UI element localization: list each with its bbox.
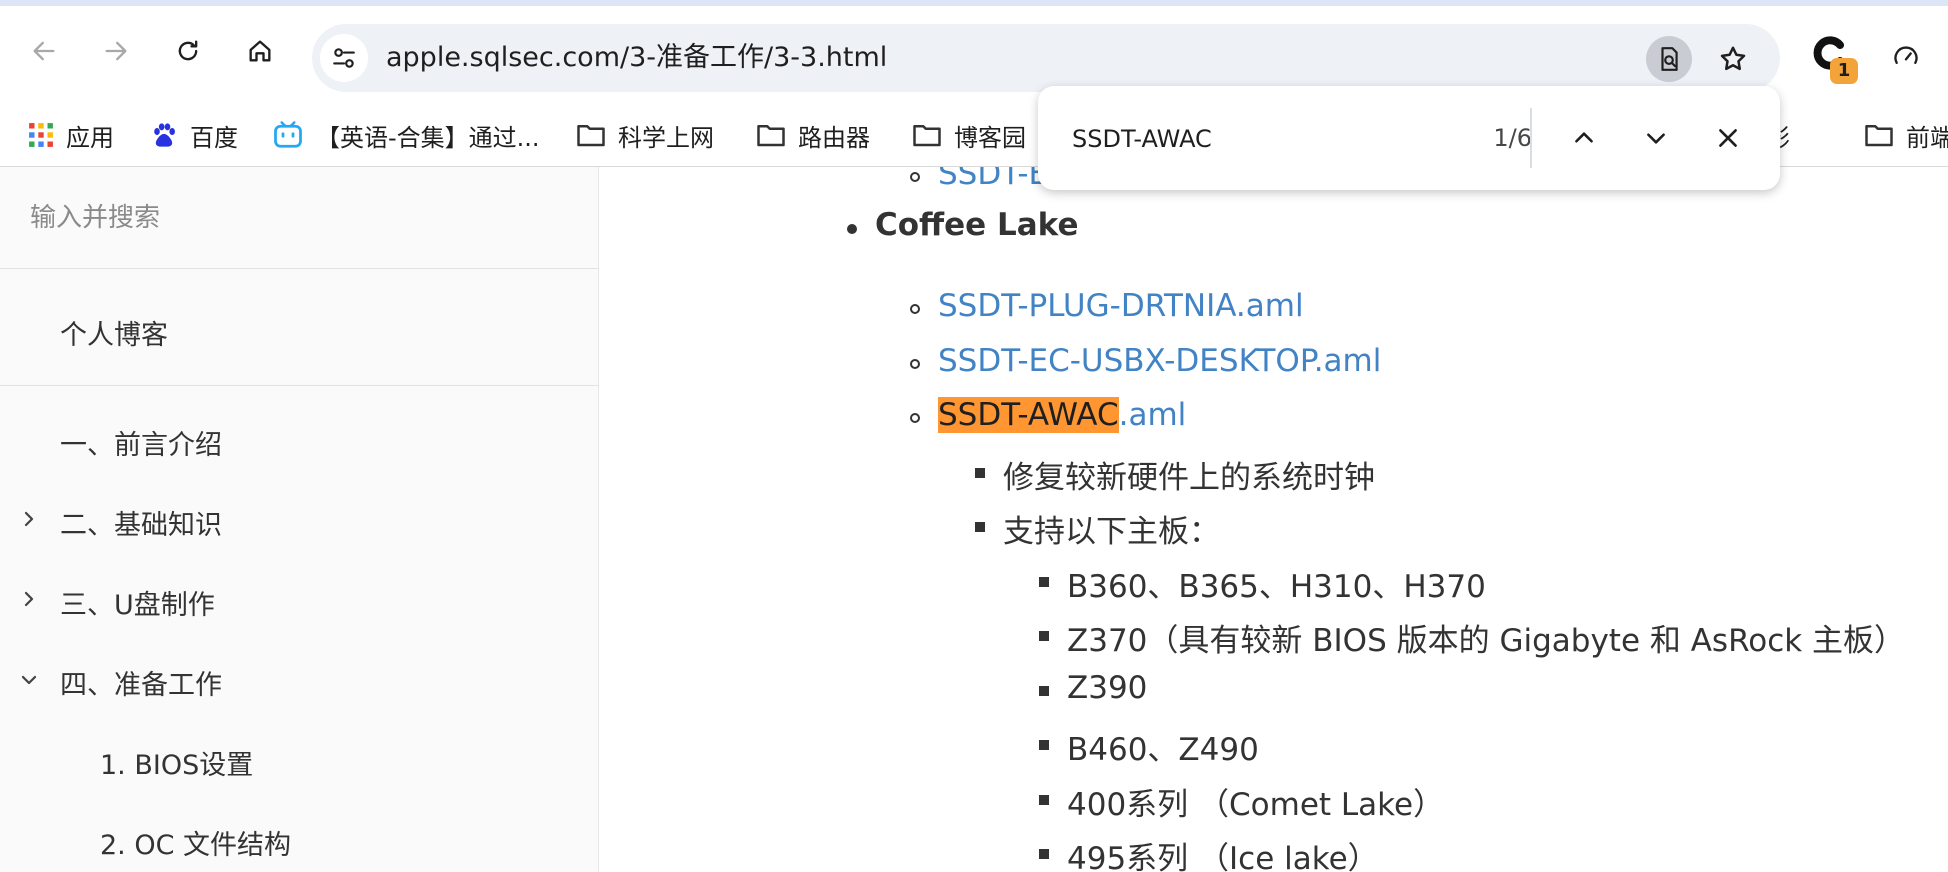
bookmark-folder-science[interactable]: 科学上网 bbox=[576, 104, 714, 166]
site-info-button[interactable] bbox=[320, 34, 368, 82]
chevron-right-icon[interactable] bbox=[20, 510, 38, 528]
sidebar-item-basics[interactable]: 二、基础知识 bbox=[60, 503, 222, 542]
link-ssdt-ec-usbx[interactable]: SSDT-EC-USBX-DESKTOP.aml bbox=[938, 343, 1381, 379]
bilibili-tv-icon bbox=[274, 121, 302, 148]
list-item: B360、B365、H310、H370 bbox=[1067, 569, 1486, 605]
star-icon bbox=[1720, 46, 1746, 71]
bookmark-label: 前端 bbox=[1906, 123, 1948, 152]
link-ssdt-plug[interactable]: SSDT-PLUG-DRTNIA.aml bbox=[938, 288, 1304, 324]
extension-badge: 1 bbox=[1830, 58, 1858, 84]
arrow-left-icon bbox=[33, 41, 55, 61]
list-item: 495系列 （Ice lake） bbox=[1067, 841, 1379, 872]
find-close-button[interactable] bbox=[1706, 116, 1750, 160]
link-ssdt-awac[interactable]: SSDT-AWAC.aml bbox=[938, 397, 1186, 433]
home-button[interactable] bbox=[238, 29, 282, 73]
list-item: 支持以下主板： bbox=[1003, 514, 1220, 550]
find-next-button[interactable] bbox=[1634, 116, 1678, 160]
tune-icon bbox=[333, 48, 355, 68]
link-ssdt-e[interactable]: SSDT-E bbox=[938, 167, 1048, 192]
sidebar-item-intro[interactable]: 一、前言介绍 bbox=[60, 423, 222, 462]
list-bullet bbox=[910, 359, 920, 369]
list-bullet bbox=[910, 413, 920, 423]
close-icon bbox=[1719, 129, 1737, 147]
url-text[interactable]: apple.sqlsec.com/3-准备工作/3-3.html bbox=[386, 24, 887, 92]
reload-icon bbox=[178, 40, 198, 61]
list-bullet bbox=[910, 304, 920, 314]
docs-sidebar: 个人博客 一、前言介绍 二、基础知识 三、U盘制作 四、准备工作 1. BIOS… bbox=[0, 167, 599, 872]
bookmark-folder-blog[interactable]: 博客园 bbox=[912, 104, 1026, 166]
folder-icon bbox=[913, 125, 941, 147]
bookmark-label: 科学上网 bbox=[618, 123, 714, 152]
list-item: 修复较新硬件上的系统时钟 bbox=[1003, 460, 1375, 496]
sidebar-item-usb[interactable]: 三、U盘制作 bbox=[60, 583, 215, 622]
list-bullet bbox=[1039, 849, 1049, 859]
sidebar-subitem-oc-structure[interactable]: 2. OC 文件结构 bbox=[100, 823, 291, 862]
list-bullet bbox=[1039, 795, 1049, 805]
sidebar-subitem-bios[interactable]: 1. BIOS设置 bbox=[100, 743, 253, 782]
list-item: 400系列 （Comet Lake） bbox=[1067, 787, 1445, 823]
chevron-down-icon bbox=[1647, 133, 1665, 144]
address-bar[interactable]: apple.sqlsec.com/3-准备工作/3-3.html bbox=[312, 24, 1780, 92]
baidu-paw-icon bbox=[154, 123, 175, 147]
bookmark-label: 【英语-合集】通过... bbox=[316, 123, 540, 152]
chevron-up-icon bbox=[1575, 132, 1593, 143]
chevron-down-icon[interactable] bbox=[20, 671, 38, 689]
list-item: B460、Z490 bbox=[1067, 732, 1259, 768]
find-match-highlight: SSDT-AWAC bbox=[938, 397, 1119, 433]
search-input[interactable] bbox=[28, 195, 552, 241]
page-search-icon bbox=[1661, 47, 1678, 71]
folder-icon bbox=[1865, 125, 1893, 147]
bookmark-star-button[interactable] bbox=[1710, 36, 1756, 82]
bookmark-folder-frontend[interactable]: 前端 bbox=[1864, 104, 1948, 166]
apps-grid-icon bbox=[29, 123, 53, 147]
list-bullet bbox=[1039, 577, 1049, 587]
bookmark-english-collection[interactable]: 【英语-合集】通过... bbox=[272, 104, 540, 166]
folder-icon bbox=[757, 125, 785, 147]
bookmark-baidu[interactable]: 百度 bbox=[150, 104, 238, 166]
sidebar-item-blog[interactable]: 个人博客 bbox=[60, 313, 168, 352]
list-bullet bbox=[975, 468, 985, 478]
bookmark-label: 博客园 bbox=[954, 123, 1026, 152]
bookmark-label: 应用 bbox=[66, 123, 114, 152]
chevron-right-icon[interactable] bbox=[20, 590, 38, 608]
home-icon bbox=[249, 40, 271, 62]
folder-icon bbox=[577, 125, 605, 147]
find-input[interactable] bbox=[1070, 114, 1454, 164]
section-title: Coffee Lake bbox=[875, 207, 1079, 243]
list-bullet bbox=[910, 172, 920, 182]
list-item: Z390 bbox=[1067, 670, 1148, 706]
find-divider bbox=[1530, 108, 1532, 168]
sidebar-divider bbox=[0, 385, 598, 386]
back-button[interactable] bbox=[22, 29, 66, 73]
find-in-page-button[interactable] bbox=[1646, 36, 1692, 82]
list-bullet bbox=[1039, 740, 1049, 750]
list-bullet bbox=[1039, 686, 1049, 696]
forward-button[interactable] bbox=[94, 29, 138, 73]
find-previous-button[interactable] bbox=[1562, 116, 1606, 160]
find-match-count: 1/6 bbox=[1493, 124, 1532, 152]
list-bullet bbox=[1039, 631, 1049, 641]
list-item: Z370（具有较新 BIOS 版本的 Gigabyte 和 AsRock 主板） bbox=[1067, 623, 1906, 659]
performance-button[interactable] bbox=[1883, 34, 1929, 80]
find-bar: 1/6 bbox=[1038, 86, 1780, 190]
bookmark-label: 路由器 bbox=[798, 123, 870, 152]
sidebar-item-prep[interactable]: 四、准备工作 bbox=[60, 663, 222, 702]
bookmark-label: 百度 bbox=[190, 123, 238, 152]
arrow-right-icon bbox=[105, 41, 127, 61]
sidebar-search bbox=[0, 167, 598, 269]
list-bullet bbox=[847, 224, 857, 234]
bookmark-apps[interactable]: 应用 bbox=[28, 104, 114, 166]
list-bullet bbox=[975, 522, 985, 532]
link-suffix: .aml bbox=[1118, 397, 1187, 433]
bookmark-folder-router[interactable]: 路由器 bbox=[756, 104, 870, 166]
speedometer-icon bbox=[1894, 46, 1918, 64]
article-content: SSDT-E Coffee Lake SSDT-PLUG-DRTNIA.aml … bbox=[599, 167, 1948, 872]
reload-button[interactable] bbox=[166, 29, 210, 73]
